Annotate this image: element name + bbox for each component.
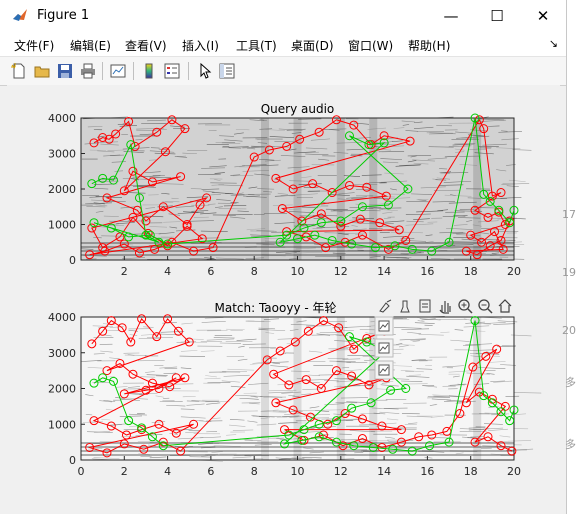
y-tick-label: 2000 [48,383,76,396]
x-tick-label: 4 [164,265,171,278]
zoom-in-icon[interactable] [457,298,473,314]
y-tick-label: 3000 [48,347,76,360]
y-tick-label: 4000 [48,311,76,324]
figure-canvas: 2 4 6 8 10 12 14 16 18 20 0 1000 2000 3000 4000 Query a… [7,85,560,506]
spectrogram-band [261,317,270,460]
toolbar-separator [188,62,189,80]
open-file-icon[interactable] [33,62,51,80]
matlab-logo-icon [13,9,27,21]
toolbar-separator [102,62,103,80]
y-tick-label: 0 [69,254,76,267]
print-icon[interactable] [79,62,97,80]
x-tick-label: 16 [420,265,434,278]
figure-plot-area: 2 4 6 8 10 12 14 16 18 2001000200030004000Query a… [48,102,542,478]
x-tick-label: 18 [464,465,478,478]
x-tick-label: 18 [464,265,478,278]
edit-plot-icon[interactable] [196,62,214,80]
y-tick-label: 4000 [48,112,76,125]
y-tick-label: 1000 [48,418,76,431]
close-button[interactable]: ✕ [520,0,566,32]
x-tick-label: 20 [507,465,521,478]
axes-title: Query audio [261,102,335,116]
new-figure-icon[interactable] [10,62,28,80]
menu-overflow-icon[interactable]: ↘ [549,37,558,50]
y-tick-label: 0 [69,454,76,467]
background-glyph: 多 [565,376,576,389]
x-tick-label: 0 [78,465,85,478]
background-glyph: 17 [562,208,576,221]
copy-image-icon[interactable] [374,338,394,358]
x-tick-label: 2 [121,465,128,478]
y-tick-label: 2000 [48,183,76,196]
x-tick-label: 20 [507,265,521,278]
title-bar: Figure 1 — ☐ ✕ [0,0,566,32]
menu-insert[interactable]: 插入(I) [182,37,219,54]
x-tick-label: 14 [377,265,391,278]
figure-window: Figure 1 — ☐ ✕ 文件(F) 编辑(E) 查看(V) 插入(I) 工… [0,0,567,514]
spectrogram-lowband [81,454,514,456]
insert-legend-icon[interactable] [163,62,181,80]
background-glyph: 多 [565,438,576,451]
axes-title: Match: Taooyy - 年轮 [214,301,336,315]
spectrogram-lowband [81,450,514,452]
menu-help[interactable]: 帮助(H) [408,37,450,54]
background-glyph: 20 [562,324,576,337]
save-axes-icon[interactable] [374,316,394,336]
x-tick-label: 2 [121,265,128,278]
spectrogram-streak [513,392,542,394]
toolbar-separator [133,62,134,80]
x-tick-label: 4 [164,465,171,478]
menu-desktop[interactable]: 桌面(D) [291,37,334,54]
menu-file[interactable]: 文件(F) [14,37,54,54]
brush-icon[interactable] [377,298,393,314]
zoom-out-icon[interactable] [477,298,493,314]
x-tick-label: 6 [207,465,214,478]
spectrogram-lowband [81,254,514,256]
x-tick-label: 12 [334,465,348,478]
background-glyph: 19 [562,266,576,279]
pan-icon[interactable] [437,298,453,314]
x-tick-label: 16 [420,465,434,478]
x-tick-label: 12 [334,265,348,278]
save-icon[interactable] [56,62,74,80]
spectrogram-streak [512,149,532,151]
y-tick-label: 1000 [48,219,76,232]
datatip-icon[interactable] [397,298,413,314]
property-inspector-icon[interactable] [218,62,236,80]
window-title: Figure 1 [37,8,90,23]
link-plot-icon[interactable] [109,62,127,80]
menu-view[interactable]: 查看(V) [125,37,167,54]
minimize-button[interactable]: — [428,0,474,32]
x-tick-label: 6 [207,265,214,278]
menu-edit[interactable]: 编辑(E) [70,37,111,54]
spectrogram-band [261,118,270,260]
insert-colorbar-icon[interactable] [140,62,158,80]
data-cursor-icon[interactable] [417,298,433,314]
x-tick-label: 8 [251,265,258,278]
maximize-button[interactable]: ☐ [474,0,520,32]
menu-bar: 文件(F) 编辑(E) 查看(V) 插入(I) 工具(T) 桌面(D) 窗口(W… [0,32,566,56]
copy-vector-icon[interactable] [374,360,394,380]
menu-window[interactable]: 窗口(W) [348,37,393,54]
figure-toolbar [0,56,566,86]
y-tick-label: 3000 [48,148,76,161]
home-icon[interactable] [497,298,513,314]
menu-tools[interactable]: 工具(T) [236,37,277,54]
x-tick-label: 10 [291,465,305,478]
x-tick-label: 14 [377,465,391,478]
x-tick-label: 10 [291,265,305,278]
x-tick-label: 8 [251,465,258,478]
